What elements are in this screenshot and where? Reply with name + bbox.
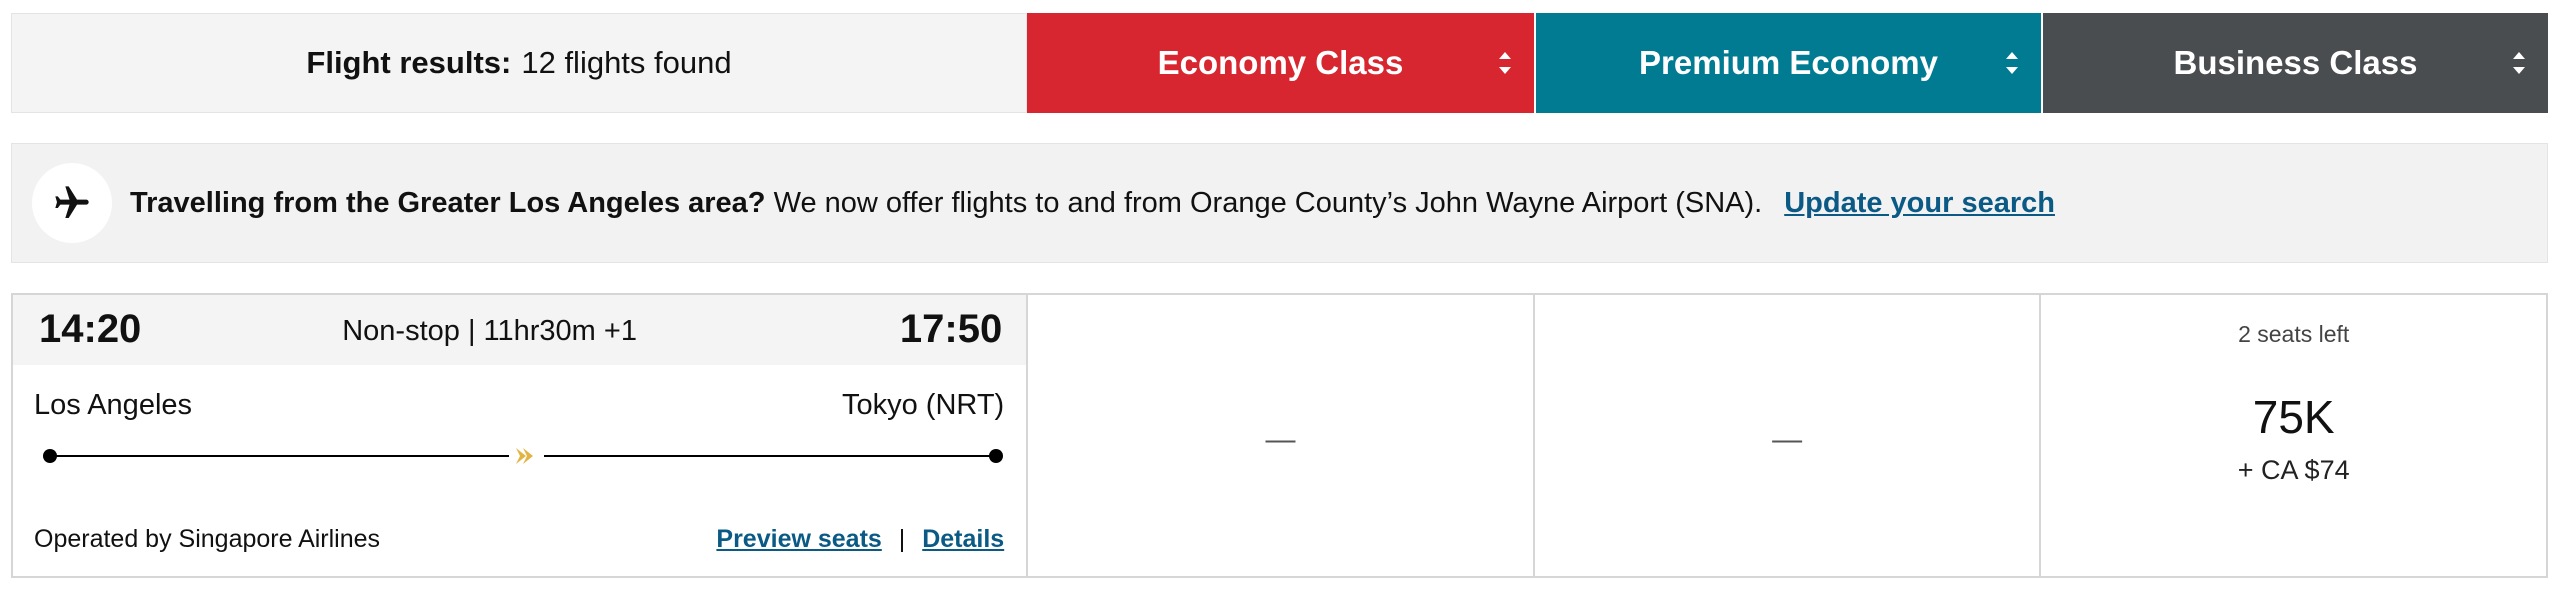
banner-text: We now offer flights to and from Orange …	[773, 186, 1763, 219]
business-class-sort-button[interactable]: Business Class	[2041, 13, 2548, 113]
flight-info: 14:20 Non-stop | 11hr30m +1 17:50 Los An…	[13, 295, 1027, 576]
update-search-link[interactable]: Update your search	[1784, 187, 2055, 220]
economy-fare-cell: —	[1026, 295, 1533, 576]
premium-economy-fare-cell: —	[1532, 295, 2040, 576]
seats-left: 2 seats left	[2238, 321, 2350, 347]
arrival-time: 17:50	[899, 307, 1003, 351]
business-class-label: Business Class	[2173, 44, 2418, 81]
info-banner: Travelling from the Greater Los Angeles …	[11, 143, 2548, 263]
sort-icon	[1499, 52, 1511, 74]
destination-city: Tokyo (NRT)	[841, 389, 1005, 421]
flight-results-page: Flight results: 12 flights found Economy…	[0, 0, 2560, 590]
premium-economy-label: Premium Economy	[1639, 44, 1938, 81]
banner-bold-text: Travelling from the Greater Los Angeles …	[130, 186, 766, 219]
link-separator: |	[898, 525, 906, 553]
airplane-icon	[32, 163, 112, 243]
results-label: Flight results:	[306, 45, 512, 80]
sort-icon	[2513, 52, 2525, 74]
origin-city: Los Angeles	[34, 389, 193, 421]
premium-economy-sort-button[interactable]: Premium Economy	[1534, 13, 2041, 113]
premium-economy-fare-unavailable: —	[1772, 423, 1803, 456]
singapore-airlines-bird-icon	[516, 448, 533, 464]
results-summary: Flight results: 12 flights found	[11, 13, 1027, 113]
destination-dot	[989, 449, 1003, 463]
fare-points: 75K	[2252, 391, 2335, 443]
economy-class-label: Economy Class	[1157, 44, 1404, 81]
flight-duration: Non-stop | 11hr30m +1	[342, 315, 637, 347]
preview-seats-link[interactable]: Preview seats	[716, 525, 881, 553]
banner-message: Travelling from the Greater Los Angeles …	[130, 187, 1762, 220]
business-fare-cell[interactable]: 2 seats left 75K + CA $74	[2039, 295, 2546, 576]
economy-fare-unavailable: —	[1265, 423, 1296, 456]
details-link[interactable]: Details	[922, 525, 1004, 553]
results-header: Flight results: 12 flights found Economy…	[11, 13, 2548, 113]
results-count: 12 flights found	[521, 45, 732, 80]
economy-class-sort-button[interactable]: Economy Class	[1027, 13, 1534, 113]
sort-icon	[2006, 52, 2018, 74]
operated-by: Operated by Singapore Airlines	[34, 525, 381, 553]
route-line	[43, 448, 1003, 464]
fare-cash: + CA $74	[2237, 455, 2350, 485]
flight-links: Preview seats | Details	[716, 525, 1004, 554]
flight-row: 14:20 Non-stop | 11hr30m +1 17:50 Los An…	[11, 293, 2548, 578]
